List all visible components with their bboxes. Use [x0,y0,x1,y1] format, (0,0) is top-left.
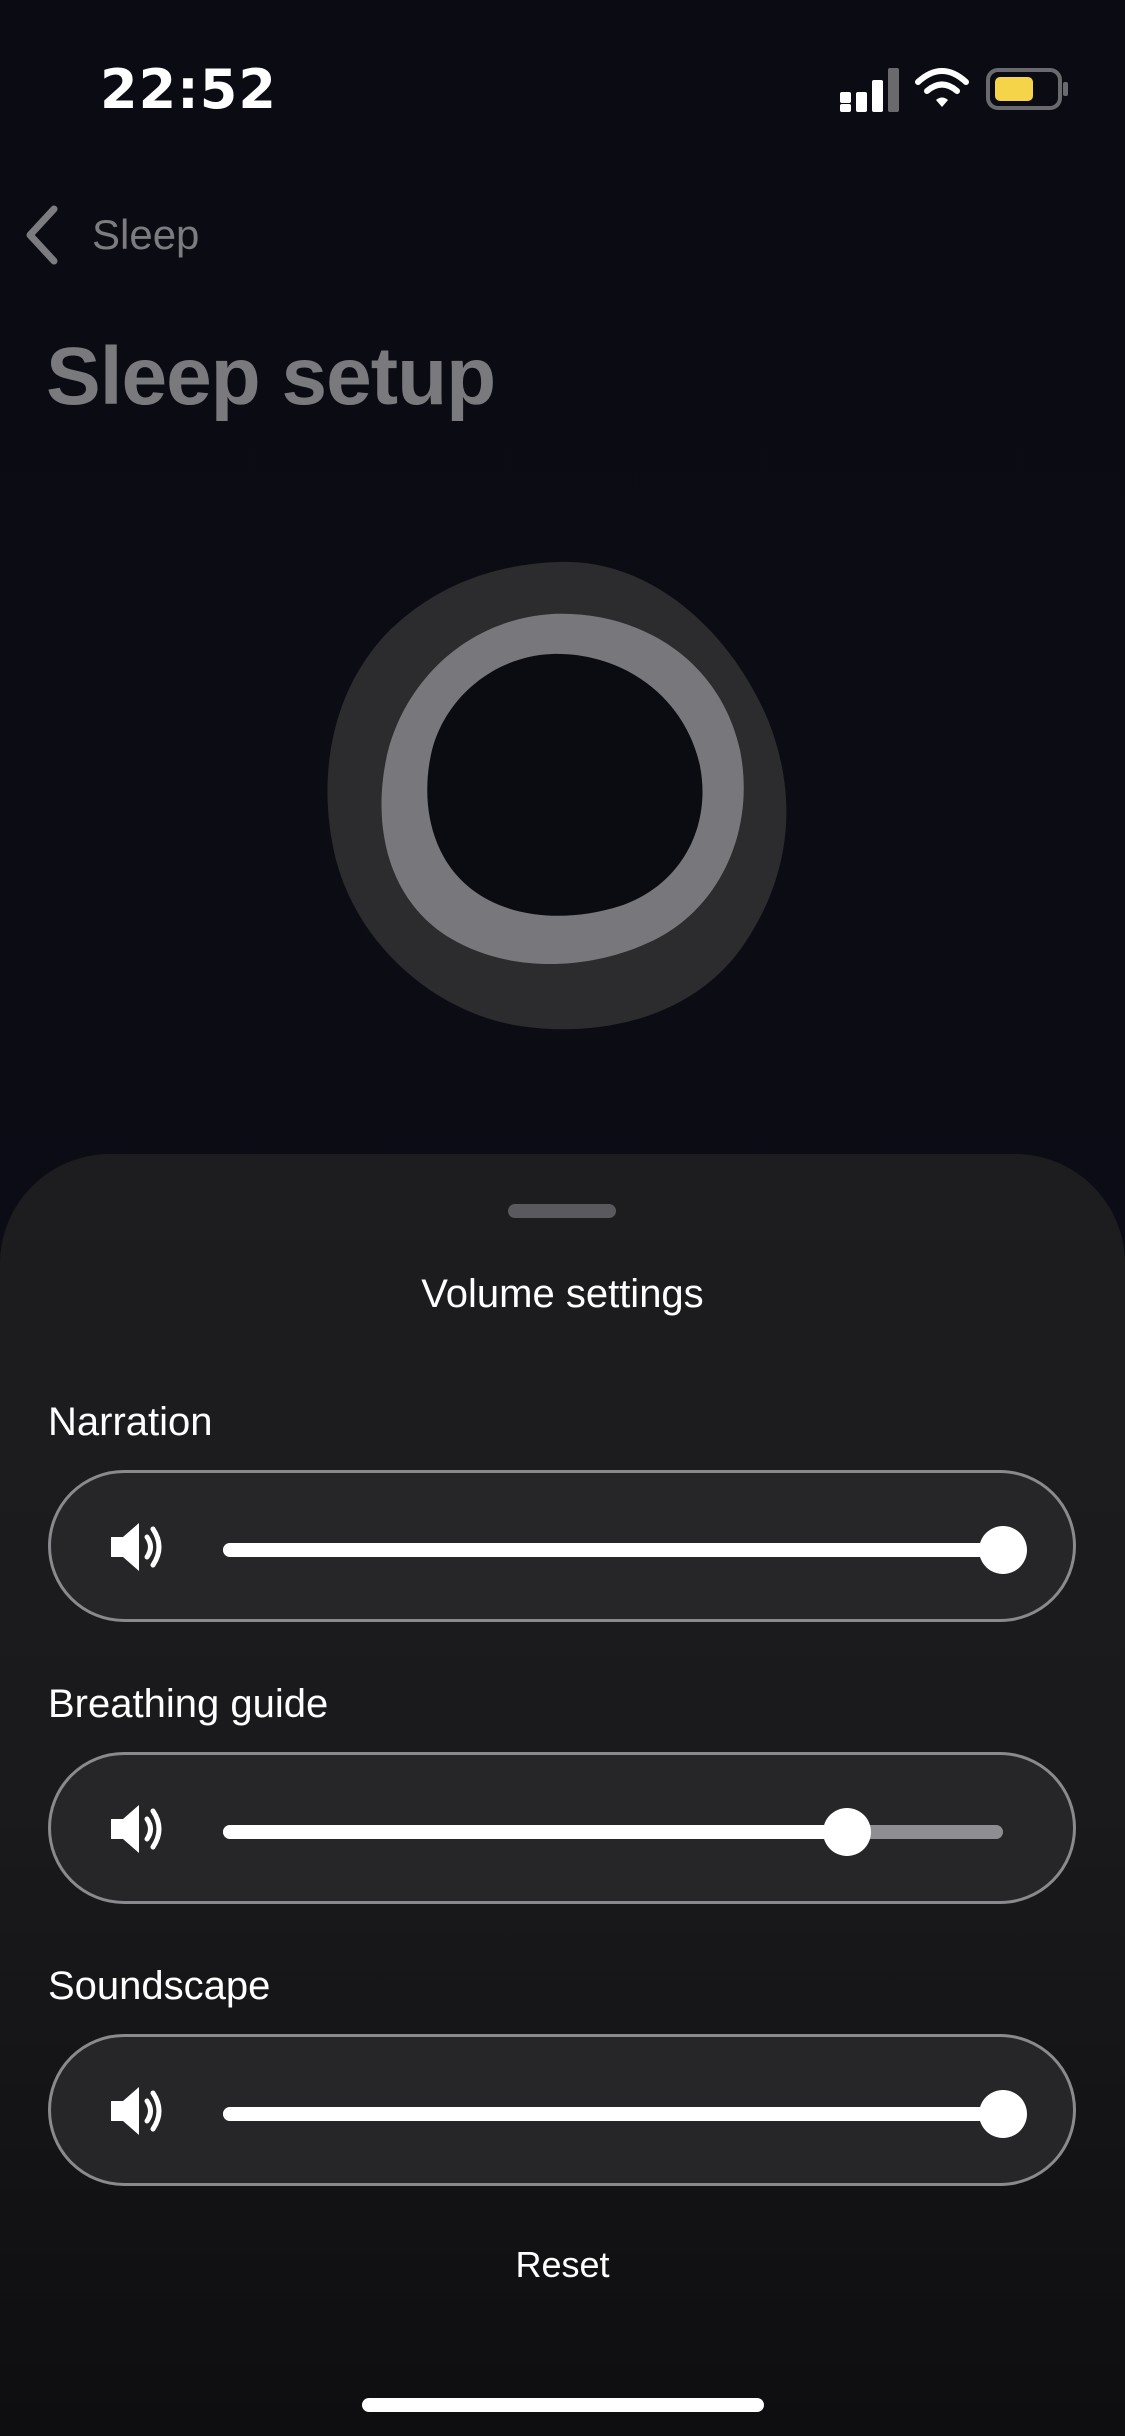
breathing-blob-graphic [327,561,787,1030]
battery-icon [986,68,1068,110]
soundscape-label: Soundscape [48,1964,271,2008]
speaker-icon [111,2087,162,2135]
slider-fill [223,1543,1003,1557]
breathing-guide-label: Breathing guide [48,1682,329,1726]
sheet-drag-handle[interactable] [508,1204,616,1218]
status-time: 22:52 [100,58,277,121]
slider-thumb[interactable] [979,2090,1027,2138]
back-label: Sleep [92,211,200,258]
back-button[interactable]: Sleep [20,200,199,270]
speaker-icon [111,1523,162,1571]
breathing-guide-slider[interactable] [223,1808,1003,1856]
chevron-left-icon [26,205,58,265]
wifi-icon [915,68,969,107]
cellular-signal-icon [840,68,899,112]
page-title: Sleep setup [46,331,496,422]
soundscape-slider[interactable] [223,2090,1027,2138]
slider-thumb[interactable] [823,1808,871,1856]
sheet-title: Volume settings [421,1272,704,1316]
narration-slider[interactable] [223,1526,1027,1574]
sleep-setup-screen: 22:52 Sleep Sleep setup Volume settings [0,0,1125,2436]
breathing-guide-volume-control [48,1752,1076,1904]
slider-fill [223,1825,847,1839]
soundscape-volume-control [48,2034,1076,2186]
narration-label: Narration [48,1400,213,1444]
volume-settings-sheet: Volume settings Narration Breathing guid… [0,1154,1125,2436]
narration-volume-control [48,1470,1076,1622]
speaker-icon [111,1805,162,1853]
reset-button[interactable]: Reset [0,2244,1125,2286]
home-indicator[interactable] [362,2398,764,2412]
slider-thumb[interactable] [979,1526,1027,1574]
slider-fill [223,2107,1003,2121]
